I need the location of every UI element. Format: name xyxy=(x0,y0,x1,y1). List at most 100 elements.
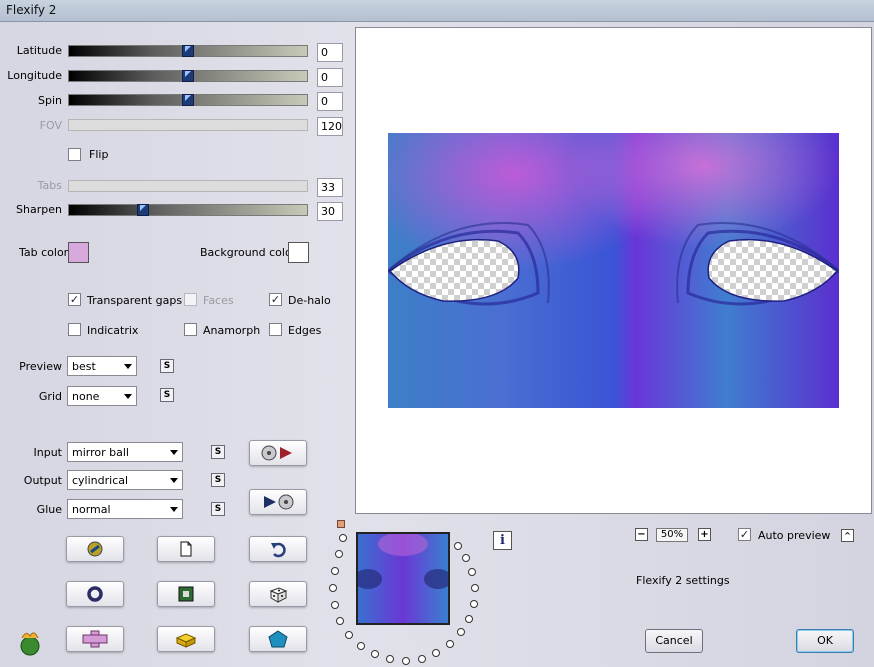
tabs-slider xyxy=(68,180,308,192)
undo-button[interactable] xyxy=(249,536,307,562)
preset-dot[interactable] xyxy=(432,649,440,657)
preset-dot[interactable] xyxy=(335,550,343,558)
preset-dot[interactable] xyxy=(402,657,410,665)
chevron-down-icon xyxy=(124,394,132,399)
auto-preview-checkbox[interactable]: ✓ xyxy=(738,528,751,541)
sharpen-slider-thumb[interactable] xyxy=(137,204,149,216)
longitude-slider-thumb[interactable] xyxy=(182,70,194,82)
chevron-down-icon xyxy=(170,507,178,512)
preset-dot[interactable] xyxy=(371,650,379,658)
spin-slider-thumb[interactable] xyxy=(182,94,194,106)
frame-icon xyxy=(178,586,194,602)
frame-button[interactable] xyxy=(157,581,215,607)
flip-checkbox[interactable] xyxy=(68,148,81,161)
cross-button[interactable] xyxy=(66,626,124,652)
cross-icon xyxy=(82,630,108,648)
indicatrix-checkbox[interactable] xyxy=(68,323,81,336)
anamorph-checkbox[interactable] xyxy=(184,323,197,336)
chevron-down-icon xyxy=(170,478,178,483)
preset-dot[interactable] xyxy=(331,601,339,609)
dial-marker[interactable] xyxy=(337,520,345,528)
faces-checkbox xyxy=(184,293,197,306)
pentagon-gem-icon xyxy=(268,630,288,648)
edges-checkbox[interactable] xyxy=(269,323,282,336)
grid-label: Grid xyxy=(38,390,62,403)
preset-dot[interactable] xyxy=(471,584,479,592)
play-input-button[interactable] xyxy=(249,440,307,466)
preset-dot[interactable] xyxy=(454,542,462,550)
preset-dot[interactable] xyxy=(470,600,478,608)
chevron-up-icon[interactable]: ^ xyxy=(841,529,854,542)
zoom-out-button[interactable]: − xyxy=(635,528,648,541)
latitude-field[interactable]: 0 xyxy=(317,43,343,62)
preview-panel[interactable] xyxy=(355,27,872,514)
preview-label: Preview xyxy=(19,360,62,373)
preview-s-button[interactable]: S xyxy=(160,359,174,373)
preset-dot[interactable] xyxy=(345,631,353,639)
ok-button[interactable]: OK xyxy=(796,629,854,653)
zoom-level: 50% xyxy=(656,528,688,542)
gem-button[interactable] xyxy=(249,626,307,652)
preset-dot[interactable] xyxy=(336,617,344,625)
glue-label: Glue xyxy=(36,503,62,516)
sharpen-slider[interactable] xyxy=(68,204,308,216)
preset-dot[interactable] xyxy=(457,628,465,636)
input-s-button[interactable]: S xyxy=(211,445,225,459)
fov-label: FOV xyxy=(39,119,62,132)
preset-dot[interactable] xyxy=(357,642,365,650)
window-title: Flexify 2 xyxy=(6,3,57,17)
auto-preview-label: Auto preview xyxy=(758,529,831,542)
sharpen-field[interactable]: 30 xyxy=(317,202,343,221)
transparent-gaps-label: Transparent gaps xyxy=(87,294,183,307)
preset-dot[interactable] xyxy=(331,567,339,575)
transparent-gaps-checkbox[interactable]: ✓ xyxy=(68,293,81,306)
preset-dot[interactable] xyxy=(468,568,476,576)
anamorph-label: Anamorph xyxy=(203,324,261,337)
preview-select[interactable]: best xyxy=(67,356,137,376)
spin-field[interactable]: 0 xyxy=(317,92,343,111)
input-label: Input xyxy=(33,446,62,459)
latitude-slider-thumb[interactable] xyxy=(182,45,194,57)
longitude-slider[interactable] xyxy=(68,70,308,82)
brick-button[interactable] xyxy=(157,626,215,652)
grid-s-button[interactable]: S xyxy=(160,388,174,402)
brick-icon xyxy=(175,633,197,648)
longitude-label: Longitude xyxy=(7,69,62,82)
longitude-field[interactable]: 0 xyxy=(317,68,343,87)
info-icon[interactable]: i xyxy=(493,531,512,550)
glue-select[interactable]: normal xyxy=(67,499,183,519)
indicatrix-label: Indicatrix xyxy=(87,324,139,337)
output-s-button[interactable]: S xyxy=(211,473,225,487)
glue-s-button[interactable]: S xyxy=(211,502,225,516)
grid-select[interactable]: none xyxy=(67,386,137,406)
zoom-in-button[interactable]: + xyxy=(698,528,711,541)
preset-dot[interactable] xyxy=(462,554,470,562)
de-halo-checkbox[interactable]: ✓ xyxy=(269,293,282,306)
randomize-button[interactable] xyxy=(66,536,124,562)
play-output-button[interactable] xyxy=(249,489,307,515)
output-label: Output xyxy=(23,474,62,487)
latitude-slider[interactable] xyxy=(68,45,308,57)
preset-dot[interactable] xyxy=(386,655,394,663)
title-bar: Flexify 2 xyxy=(0,0,874,22)
input-select[interactable]: mirror ball xyxy=(67,442,183,462)
dice-button[interactable] xyxy=(249,581,307,607)
chevron-down-icon xyxy=(170,450,178,455)
tab-color-swatch[interactable] xyxy=(68,242,89,263)
spin-slider[interactable] xyxy=(68,94,308,106)
cancel-button[interactable]: Cancel xyxy=(645,629,703,653)
new-settings-button[interactable] xyxy=(157,536,215,562)
thumbnail-image xyxy=(354,532,452,623)
output-select[interactable]: cylindrical xyxy=(67,470,183,490)
preset-dot[interactable] xyxy=(418,655,426,663)
play-disc-icon xyxy=(264,494,294,510)
preset-dot[interactable] xyxy=(465,615,473,623)
latitude-label: Latitude xyxy=(16,44,62,57)
background-color-swatch[interactable] xyxy=(288,242,309,263)
thumbnail-preview[interactable] xyxy=(354,532,452,625)
page-icon xyxy=(180,541,192,557)
preset-dot[interactable] xyxy=(329,584,337,592)
preset-dot[interactable] xyxy=(446,640,454,648)
preset-dot[interactable] xyxy=(339,534,347,542)
ring-button[interactable] xyxy=(66,581,124,607)
